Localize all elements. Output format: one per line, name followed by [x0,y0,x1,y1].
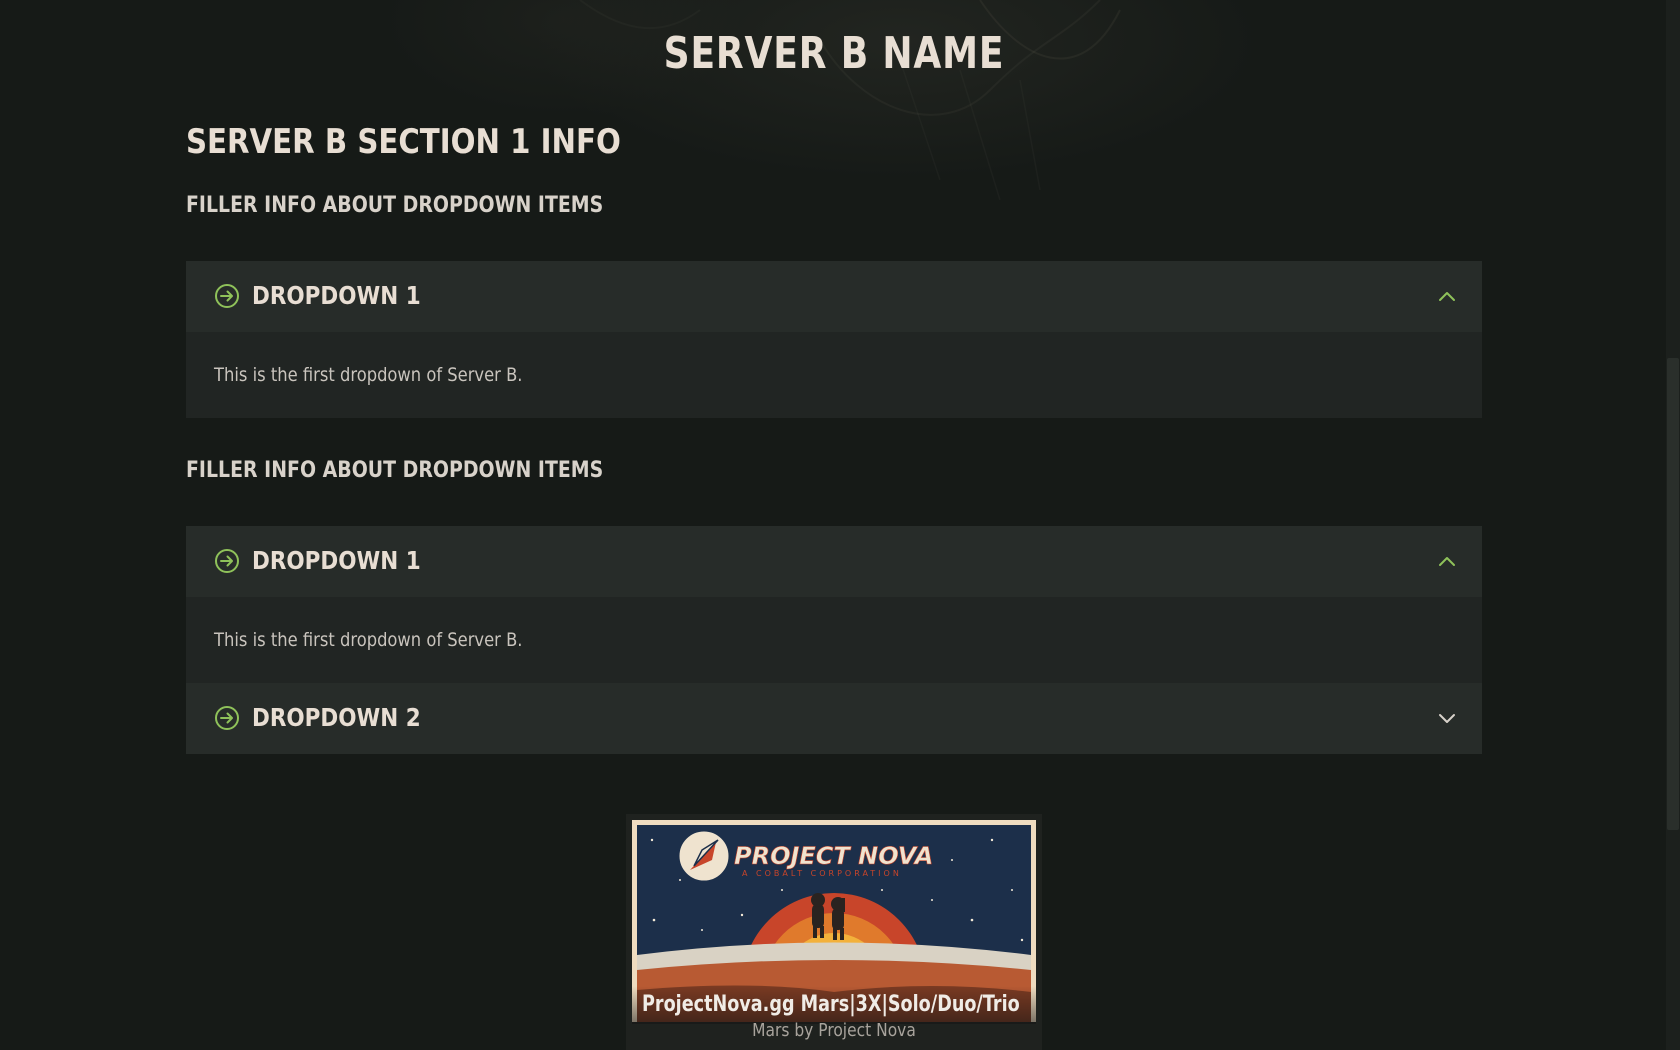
banner-brand-text: PROJECT NOVA [734,842,933,870]
dropdown-label: DROPDOWN 2 [252,703,421,732]
chevron-up-icon[interactable] [1436,550,1458,572]
server-name-overlay: ProjectNova.gg Mars|3X|Solo/Duo/Trio [632,986,1036,1024]
dropdown-header[interactable]: DROPDOWN 2 [186,683,1482,754]
dropdown-body: This is the first dropdown of Server B. [186,597,1482,683]
dropdown-body-text: This is the first dropdown of Server B. [214,364,523,386]
dropdown-label: DROPDOWN 1 [252,281,421,310]
page-scrollbar[interactable] [1666,0,1680,1050]
dropdown-body-text: This is the first dropdown of Server B. [214,629,523,651]
server-name: ProjectNova.gg Mars|3X|Solo/Duo/Trio [642,992,1020,1017]
filler-info-heading: FILLER INFO ABOUT DROPDOWN ITEMS [186,193,604,218]
scrollbar-thumb[interactable] [1667,358,1679,830]
page-title: SERVER B NAME [663,28,1005,79]
chevron-up-icon[interactable] [1436,285,1458,307]
server-card[interactable]: PROJECT NOVA A COBALT CORPORATION Projec… [626,814,1042,1050]
dropdown-header[interactable]: DROPDOWN 1 [186,526,1482,597]
dropdown-label: DROPDOWN 1 [252,546,421,575]
arrow-circle-right-icon [215,284,239,308]
arrow-circle-right-icon [215,549,239,573]
arrow-circle-right-icon [215,706,239,730]
dropdown-body: This is the first dropdown of Server B. [186,332,1482,418]
banner-tagline-text: A COBALT CORPORATION [742,869,902,878]
chevron-down-icon[interactable] [1436,707,1458,729]
server-subtitle: Mars by Project Nova [752,1020,916,1041]
dropdown-group-1: DROPDOWN 1 This is the first dropdown of… [186,261,1482,418]
filler-info-heading: FILLER INFO ABOUT DROPDOWN ITEMS [186,458,604,483]
section-title: SERVER B SECTION 1 INFO [186,122,621,162]
dropdown-group-2: DROPDOWN 1 This is the first dropdown of… [186,526,1482,754]
dropdown-header[interactable]: DROPDOWN 1 [186,261,1482,332]
